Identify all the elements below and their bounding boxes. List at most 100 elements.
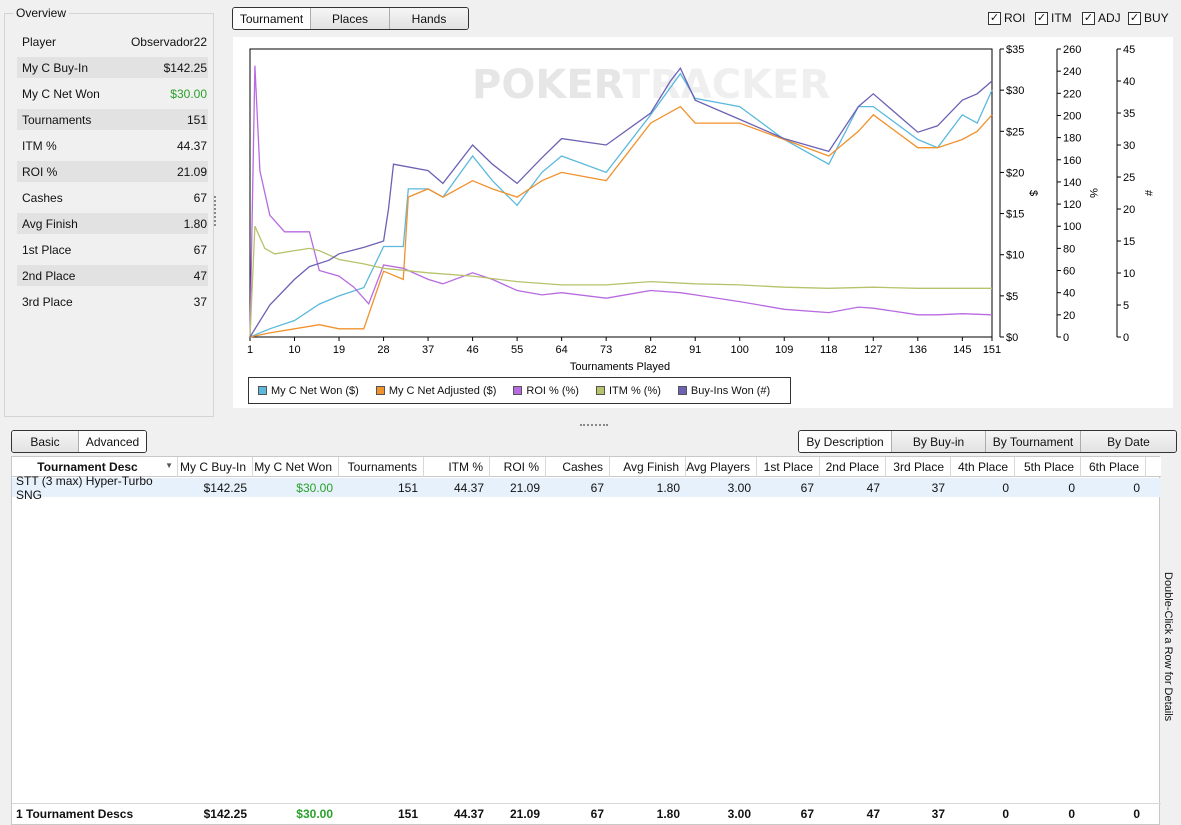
column-header[interactable]: Avg Players bbox=[686, 457, 757, 477]
footer-cell: 0 bbox=[1133, 807, 1140, 821]
x-tick-label: 28 bbox=[377, 344, 389, 356]
y-tick-label: 10 bbox=[1123, 268, 1135, 280]
column-header-label: ITM % bbox=[448, 460, 483, 474]
y-tick-label: 220 bbox=[1063, 88, 1081, 100]
table-cell: 44.37 bbox=[453, 480, 484, 495]
column-header[interactable]: 3rd Place bbox=[886, 457, 951, 477]
column-header-label: My C Net Won bbox=[254, 460, 332, 474]
x-tick-label: 19 bbox=[333, 344, 345, 356]
table-cell: 47 bbox=[866, 480, 880, 495]
column-header-label: Avg Players bbox=[686, 460, 750, 474]
table-cell: STT (3 max) Hyper-Turbo SNG bbox=[16, 473, 153, 502]
series-line-4 bbox=[249, 66, 993, 338]
mode-tabs: Basic Advanced bbox=[11, 430, 147, 453]
column-header[interactable]: 4th Place bbox=[951, 457, 1015, 477]
table-cell: 21.09 bbox=[509, 480, 540, 495]
x-tick-label: 64 bbox=[556, 344, 568, 356]
column-header-label: 6th Place bbox=[1088, 460, 1139, 474]
table-cell: 0 bbox=[1133, 480, 1140, 495]
x-tick-label: 73 bbox=[600, 344, 612, 356]
footer-cell: $142.25 bbox=[203, 807, 247, 821]
table-cell: 67 bbox=[590, 480, 604, 495]
y-tick-label: $35 bbox=[1006, 44, 1024, 56]
footer-cell: 0 bbox=[1002, 807, 1009, 821]
column-header-label: Tournaments bbox=[347, 460, 417, 474]
footer-cell: 1.80 bbox=[656, 807, 680, 821]
y-tick-label: 180 bbox=[1063, 133, 1081, 145]
x-tick-label: 46 bbox=[466, 344, 478, 356]
tab-by-description[interactable]: By Description bbox=[799, 431, 892, 452]
y-tick-label: $30 bbox=[1006, 85, 1024, 97]
footer-cell: 44.37 bbox=[453, 807, 484, 821]
legend-item: Buy-Ins Won (#) bbox=[677, 385, 770, 397]
table-cell: 3.00 bbox=[727, 480, 751, 495]
footer-cell: 67 bbox=[590, 807, 604, 821]
y-tick-label: 5 bbox=[1123, 300, 1129, 312]
y-tick-label: 40 bbox=[1123, 76, 1135, 88]
y-axis-label: $ bbox=[1027, 190, 1039, 196]
table-cell: 67 bbox=[800, 480, 814, 495]
column-header[interactable]: My C Buy-In bbox=[178, 457, 253, 477]
column-header-label: 5th Place bbox=[1023, 460, 1074, 474]
performance-chart: POKERTRACKER1 10 19 28 37 46 55 64 73 82 91 100 109 1… bbox=[247, 44, 1154, 373]
column-header[interactable]: Tournaments bbox=[339, 457, 424, 477]
y-tick-label: 0 bbox=[1123, 332, 1129, 344]
table-cell: 0 bbox=[1002, 480, 1009, 495]
footer-cell: 21.09 bbox=[509, 807, 540, 821]
y-tick-label: $20 bbox=[1006, 167, 1024, 179]
y-tick-label: 240 bbox=[1063, 66, 1081, 78]
y-tick-label: $5 bbox=[1006, 291, 1018, 303]
x-tick-label: 100 bbox=[731, 344, 749, 356]
chart-legend: My C Net Won ($) My C Net Adjusted ($) ROI… bbox=[248, 377, 791, 404]
y-tick-label: $10 bbox=[1006, 250, 1024, 262]
legend-label: My C Net Adjusted ($) bbox=[388, 384, 497, 397]
column-header-label: 2nd Place bbox=[825, 460, 879, 474]
x-tick-label: 82 bbox=[645, 344, 657, 356]
column-header[interactable]: 2nd Place bbox=[820, 457, 886, 477]
column-header-label: 3rd Place bbox=[893, 460, 944, 474]
x-tick-label: 37 bbox=[422, 344, 434, 356]
x-tick-label: 145 bbox=[953, 344, 971, 356]
column-header[interactable]: Avg Finish bbox=[610, 457, 686, 477]
x-tick-label: 1 bbox=[247, 344, 253, 356]
series-line-0 bbox=[249, 72, 993, 338]
legend-item: ROI % (%) bbox=[513, 385, 579, 397]
column-header-label: Tournament Desc bbox=[37, 460, 138, 474]
column-header[interactable]: ROI % bbox=[490, 457, 546, 477]
x-tick-label: 118 bbox=[820, 344, 838, 356]
tab-by-date[interactable]: By Date bbox=[1081, 431, 1176, 452]
table-cell: 151 bbox=[397, 480, 418, 495]
y-tick-label: 200 bbox=[1063, 110, 1081, 122]
x-tick-label: 91 bbox=[689, 344, 701, 356]
table-cell: 0 bbox=[1068, 480, 1075, 495]
footer-cell: 151 bbox=[397, 807, 418, 821]
column-header-label: 1st Place bbox=[763, 460, 813, 474]
column-header-label: Cashes bbox=[562, 460, 603, 474]
tab-by-buy-in[interactable]: By Buy-in bbox=[892, 431, 986, 452]
x-axis-label: Tournaments Played bbox=[570, 361, 670, 373]
legend-item: My C Net Adjusted ($) bbox=[375, 384, 497, 397]
legend-label: My C Net Won ($) bbox=[271, 384, 359, 397]
column-header[interactable]: 6th Place bbox=[1081, 457, 1146, 477]
legend-swatch bbox=[258, 386, 267, 395]
y-tick-label: 120 bbox=[1063, 199, 1081, 211]
tab-by-tournament[interactable]: By Tournament bbox=[986, 431, 1081, 452]
column-header[interactable]: Cashes bbox=[546, 457, 610, 477]
y-tick-label: 80 bbox=[1063, 243, 1075, 255]
tab-advanced[interactable]: Advanced bbox=[79, 431, 146, 452]
column-header[interactable]: My C Net Won bbox=[253, 457, 339, 477]
column-header[interactable]: 5th Place bbox=[1015, 457, 1081, 477]
legend-label: ROI % (%) bbox=[526, 384, 579, 397]
table-row[interactable]: STT (3 max) Hyper-Turbo SNG $142.25 $30.00… bbox=[12, 473, 1161, 502]
column-header[interactable]: 1st Place bbox=[757, 457, 820, 477]
tab-basic[interactable]: Basic bbox=[12, 431, 79, 452]
footer-cell: 0 bbox=[1068, 807, 1075, 821]
y-axis-label: # bbox=[1142, 190, 1154, 197]
column-header[interactable]: ITM % bbox=[424, 457, 490, 477]
legend-swatch bbox=[677, 386, 687, 395]
y-tick-label: 40 bbox=[1063, 288, 1075, 300]
legend-label: ITM % (%) bbox=[608, 384, 661, 397]
legend-swatch bbox=[513, 386, 523, 395]
horizontal-splitter[interactable] bbox=[580, 424, 608, 427]
y-tick-label: $0 bbox=[1006, 332, 1018, 344]
